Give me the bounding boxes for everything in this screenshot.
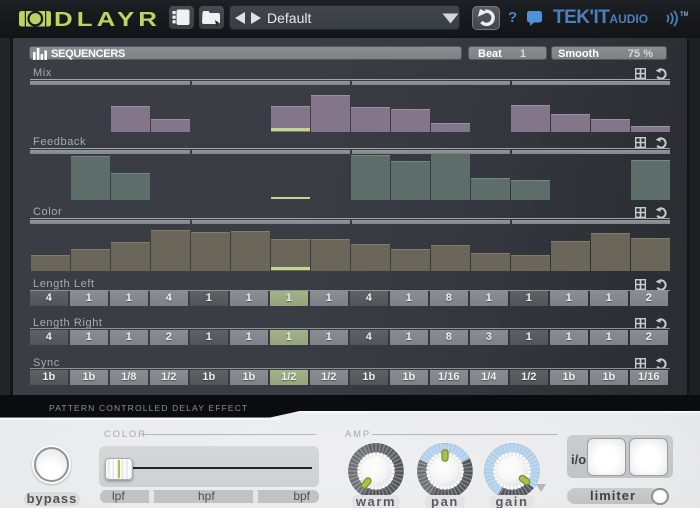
svg-text:TM: TM xyxy=(680,12,688,18)
